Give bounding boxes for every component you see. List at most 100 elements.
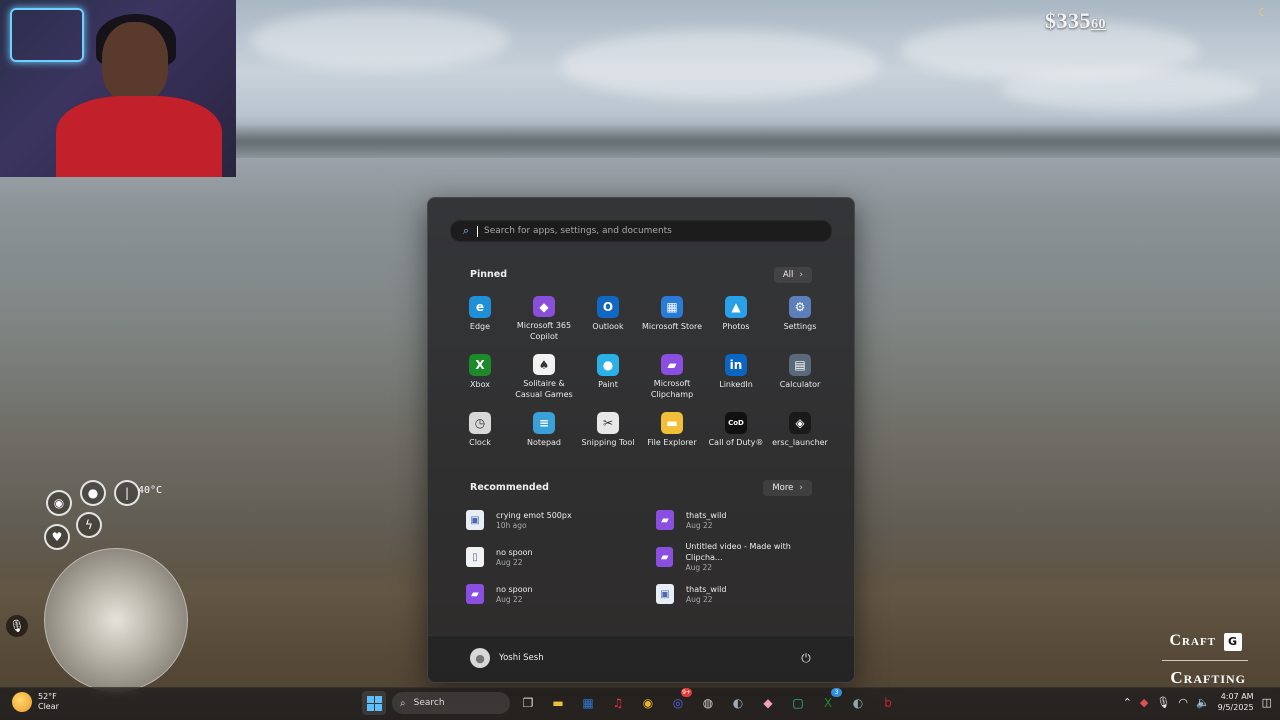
craft-key: G: [1224, 633, 1242, 651]
xbox-icon[interactable]: X3: [816, 688, 842, 715]
craft-label: Craft: [1169, 632, 1216, 649]
task-view-icon[interactable]: ❐: [516, 691, 540, 715]
pinned-app-label: Microsoft Clipchamp: [650, 379, 694, 399]
clipchamp-file-icon: ▰: [466, 584, 484, 604]
start-footer: ● Yoshi Sesh ⏻: [428, 635, 854, 682]
pinned-app[interactable]: ≡ Notepad: [512, 412, 576, 458]
weather-temp: 52°F: [38, 692, 57, 701]
crafting-label: Crafting: [1170, 668, 1246, 687]
pinned-app-label: Edge: [469, 322, 491, 331]
chevron-up-icon[interactable]: ⌃: [1123, 696, 1132, 709]
paint-icon: ●: [597, 354, 619, 376]
recommended-item[interactable]: ▣ thats_wild Aug 22: [656, 582, 826, 606]
launcher-icon[interactable]: b: [876, 691, 900, 715]
pinned-app[interactable]: e Edge: [448, 296, 512, 342]
recommended-item[interactable]: ▰ Untitled video - Made with Clipcha... Au…: [656, 542, 826, 572]
pinned-app[interactable]: ✂ Snipping Tool: [576, 412, 640, 458]
neon-sign: [10, 8, 84, 62]
more-button[interactable]: More ›: [763, 480, 812, 496]
pinned-app-label: Microsoft 365 Copilot: [516, 321, 572, 341]
steam-alt-icon[interactable]: ◐: [846, 691, 870, 715]
search-icon: ⌕: [462, 224, 470, 237]
pinned-app[interactable]: ▬ File Explorer: [640, 412, 704, 458]
clock[interactable]: 4:07 AM 9/5/2025: [1218, 691, 1254, 713]
pinned-app-label: Calculator: [779, 380, 821, 389]
pinned-app[interactable]: ⚙ Settings: [768, 296, 832, 342]
recommended-title: Recommended: [470, 482, 549, 493]
health-core-icon: ♥: [44, 524, 70, 550]
call-of-duty-icon: CoD: [725, 412, 747, 434]
settings-icon: ⚙: [789, 296, 811, 318]
discord-icon[interactable]: ◎ 9+: [666, 688, 692, 715]
temperature-readout: 40°C: [138, 485, 163, 496]
pinned-app[interactable]: ● Paint: [576, 354, 640, 400]
all-apps-label: All: [782, 270, 794, 280]
recommended-item[interactable]: ▯ no spoon Aug 22: [466, 545, 656, 569]
system-tray: ⌃ ◆ 🎙 ◠ 🔈 4:07 AM 9/5/2025 ◫: [1123, 691, 1272, 713]
xbox-icon: X: [469, 354, 491, 376]
clipchamp-file-icon: ▰: [656, 547, 674, 567]
pinned-app[interactable]: ▦ Microsoft Store: [640, 296, 704, 342]
tray-app-icon[interactable]: ◆: [1140, 696, 1148, 709]
pinned-app[interactable]: ◆ Microsoft 365 Copilot: [512, 296, 576, 342]
apple-music-icon[interactable]: ♫: [606, 691, 630, 715]
webcam-overlay: [0, 0, 236, 177]
pinned-app[interactable]: in LinkedIn: [704, 354, 768, 400]
microphone-icon[interactable]: 🎙: [1156, 696, 1170, 709]
steam-icon[interactable]: ◐: [726, 691, 750, 715]
weather-widget[interactable]: 52°F Clear: [12, 692, 59, 712]
cloud: [560, 30, 880, 100]
recommended-subtitle: Aug 22: [686, 594, 713, 604]
text-caret: [477, 225, 478, 237]
pinned-app[interactable]: ◷ Clock: [448, 412, 512, 458]
taskbar: 52°F Clear ⌕ Search ❐ ▬ ▦ ♫ ◉ ◎ 9+ ◍ ◐ ◆ ▢ X 3 ◐ b ⌃ ◆…: [0, 687, 1280, 720]
obs-icon[interactable]: ◍: [696, 691, 720, 715]
notification-bell-icon[interactable]: ◫: [1262, 696, 1272, 709]
clock-time: 4:07 AM: [1220, 692, 1254, 701]
recommended-item[interactable]: ▰ no spoon Aug 22: [466, 582, 656, 606]
start-button[interactable]: [362, 691, 386, 715]
pinned-app[interactable]: CoD Call of Duty®: [704, 412, 768, 458]
notification-badge: 9+: [681, 688, 692, 697]
more-label: More: [772, 483, 794, 493]
pinned-app[interactable]: ▰ Microsoft Clipchamp: [640, 354, 704, 400]
power-icon[interactable]: ⏻: [798, 650, 814, 666]
chrome-icon[interactable]: ◉: [636, 691, 660, 715]
pinned-app-label: Photos: [722, 322, 750, 331]
recommended-item[interactable]: ▰ thats_wild Aug 22: [656, 508, 826, 532]
pinned-app[interactable]: ♠ Solitaire & Casual Games: [512, 354, 576, 400]
taskbar-apps: ⌕ Search ❐ ▬ ▦ ♫ ◉ ◎ 9+ ◍ ◐ ◆ ▢ X 3 ◐ b: [362, 688, 900, 715]
money-counter: $33560: [1045, 8, 1106, 34]
pinned-app-label: Clock: [469, 438, 491, 447]
user-account-button[interactable]: ● Yoshi Sesh: [470, 648, 544, 668]
file-explorer-icon[interactable]: ▬: [546, 691, 570, 715]
pinned-app-label: Solitaire & Casual Games: [515, 379, 573, 399]
pinned-app[interactable]: O Outlook: [576, 296, 640, 342]
recommended-title: no spoon: [496, 547, 533, 557]
volume-icon[interactable]: 🔈: [1196, 696, 1210, 709]
pinned-app[interactable]: X Xbox: [448, 354, 512, 400]
recommended-title: crying emot 500px: [496, 510, 572, 520]
start-search-box[interactable]: ⌕: [450, 220, 832, 242]
wifi-icon[interactable]: ◠: [1178, 696, 1188, 709]
recommended-item[interactable]: ▣ crying emot 500px 10h ago: [466, 508, 656, 532]
recommended-list: ▣ crying emot 500px 10h ago ▰ thats_wild Aug …: [466, 508, 826, 606]
pinned-app[interactable]: ◈ ersc_launcher: [768, 412, 832, 458]
money-cents: 60: [1091, 17, 1106, 32]
thermometer-icon: |: [114, 480, 140, 506]
pink-app-icon[interactable]: ◆: [756, 691, 780, 715]
start-search-input[interactable]: [482, 225, 831, 237]
microsoft-store-icon[interactable]: ▦: [576, 691, 600, 715]
pinned-app-label: ersc_launcher: [772, 438, 828, 447]
chat-app-icon[interactable]: ▢: [786, 691, 810, 715]
image-file-icon: ▣: [466, 510, 484, 530]
chevron-right-icon: ›: [799, 270, 803, 280]
streamer-shirt: [56, 96, 222, 177]
pinned-app[interactable]: ▲ Photos: [704, 296, 768, 342]
taskbar-search[interactable]: ⌕ Search: [392, 692, 510, 714]
pinned-app[interactable]: ▤ Calculator: [768, 354, 832, 400]
recommended-title: Untitled video - Made with Clipcha...: [685, 542, 791, 562]
all-apps-button[interactable]: All ›: [773, 267, 812, 283]
chevron-right-icon: ›: [799, 483, 803, 493]
microphone-icon[interactable]: 🎙: [6, 615, 28, 637]
